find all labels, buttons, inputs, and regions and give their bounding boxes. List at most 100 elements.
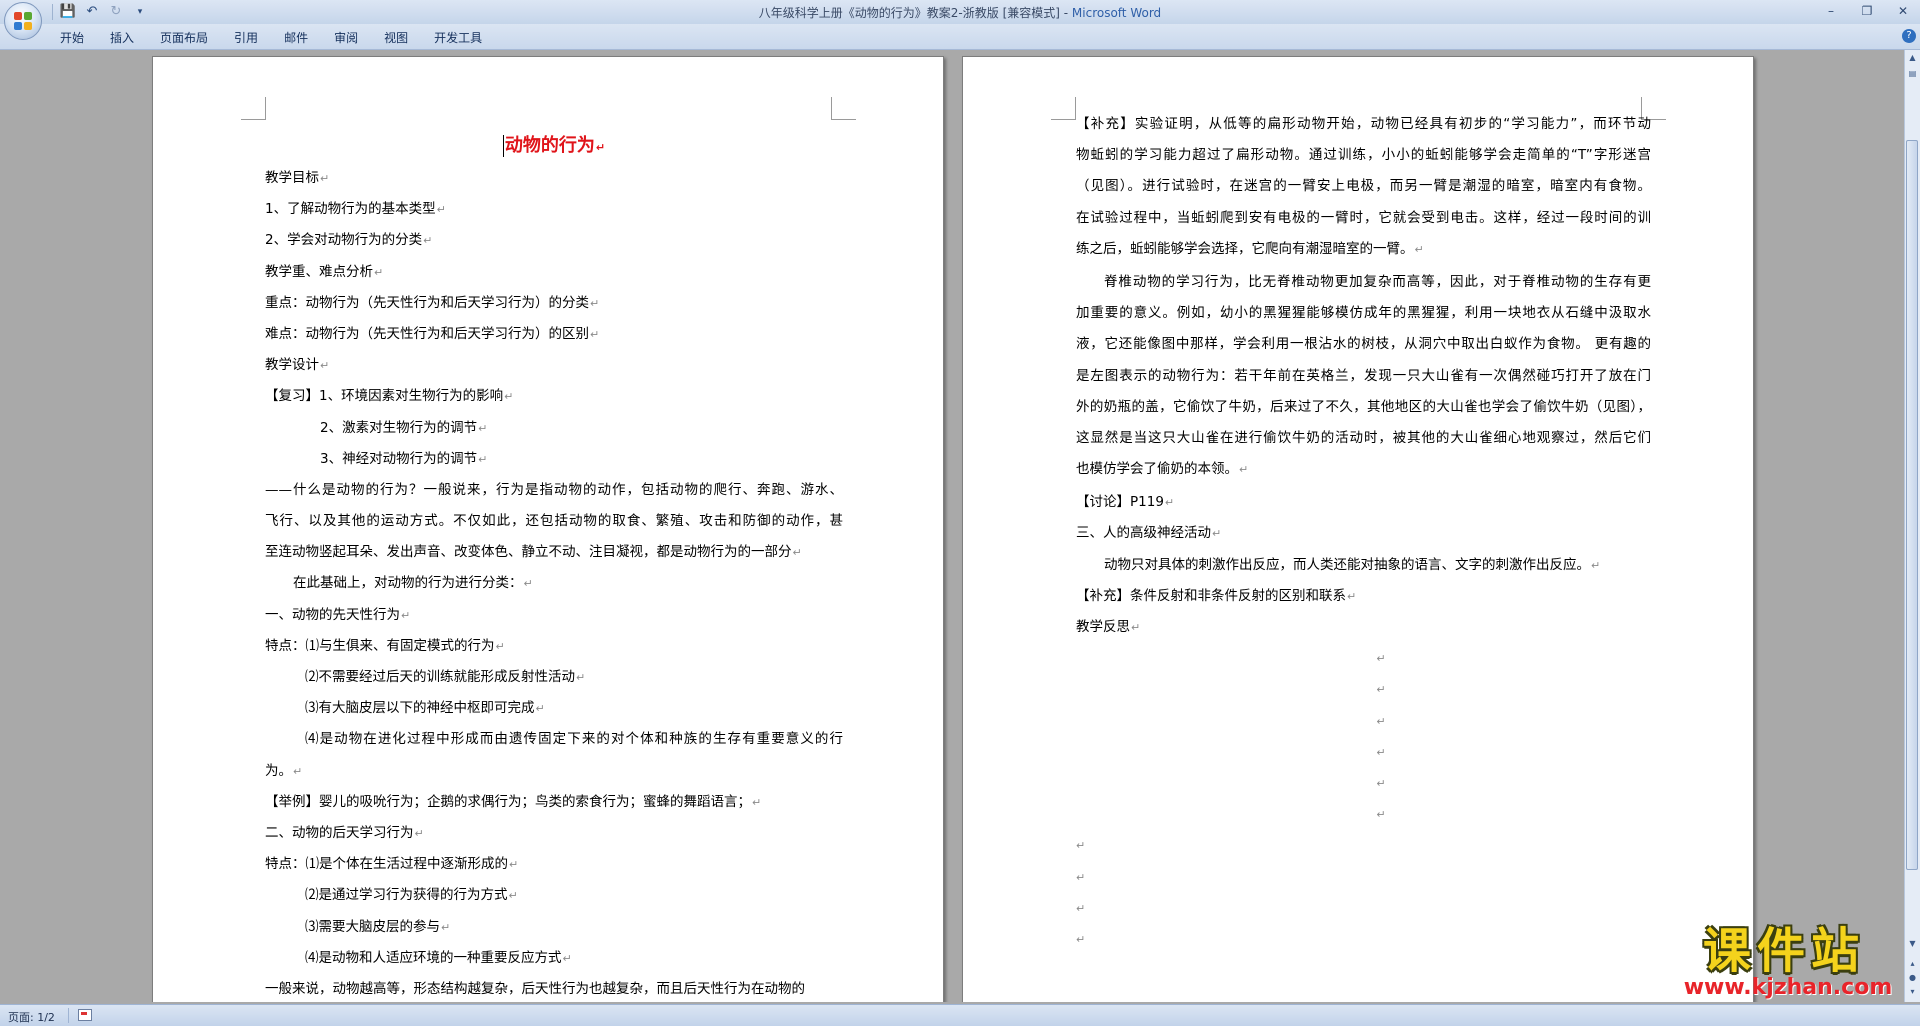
paragraph-mark: ↵ [414, 826, 424, 840]
page2-line-1: 物蚯蚓的学习能力超过了扁形动物。通过训练，小小的蚯蚓能够学会走简单的“T”字形迷… [1076, 140, 1651, 171]
page1-text-22: 特点：⑴是个体在生活过程中逐渐形成的 [265, 856, 508, 873]
page1-line-13: 在此基础上，对动物的行为进行分类：↵ [265, 568, 843, 599]
page1-line-16: ⑵不需要经过后天的训练就能形成反射性活动↵ [265, 662, 843, 693]
page2-text-1: 物蚯蚓的学习能力超过了扁形动物。通过训练，小小的蚯蚓能够学会走简单的“T”字形迷… [1076, 147, 1651, 164]
document-heading: 动物的行为↵ [265, 129, 843, 163]
page-indicator[interactable]: 页面: 1/2 [8, 1009, 55, 1025]
page1-line-9: 3、神经对动物行为的调节↵ [265, 444, 843, 475]
page1-text-12: 至连动物竖起耳朵、发出声音、改变体色、静立不动、注目凝视，都是动物行为的一部分 [265, 544, 792, 561]
ribbon-tab-2[interactable]: 页面布局 [160, 29, 224, 46]
paragraph-mark: ↵ [1131, 621, 1141, 634]
office-button[interactable] [4, 2, 42, 40]
page2-text-14: 动物只对具体的刺激作出反应，而人类还能对抽象的语言、文字的刺激作出反应。 [1104, 556, 1590, 573]
page2-text-11: 也模仿学会了偷奶的本领。 [1076, 461, 1238, 478]
window-controls: – ❐ ✕ [1818, 2, 1916, 20]
ribbon-tab-1[interactable]: 插入 [110, 29, 150, 46]
page1-line-7: 【复习】1、环境因素对生物行为的影响↵ [265, 381, 843, 412]
page2-text-6: 加重要的意义。例如，幼小的黑猩猩能够模仿成年的黑猩猩，利用一块地衣从石缝中汲取水 [1076, 305, 1651, 322]
page2-line-13: 三、人的高级神经活动↵ [1076, 518, 1651, 549]
paragraph-mark: ↵ [1239, 463, 1249, 477]
page2-line-12: 【讨论】P119↵ [1076, 487, 1651, 518]
paragraph-mark: ↵ [562, 951, 572, 965]
empty-paragraph: ↵ [1376, 745, 1386, 759]
empty-paragraph: ↵ [1376, 808, 1386, 822]
page1-text-14: 一、动物的先天性行为 [265, 606, 400, 623]
page1-text-21: 二、动物的后天学习行为 [265, 824, 414, 841]
ribbon-tabs: 开始 插入 页面布局 引用 邮件 审阅 视图 开发工具 [60, 29, 508, 46]
track-changes-icon[interactable] [78, 1009, 92, 1021]
page2-line-15: 【补充】条件反射和非条件反射的区别和联系↵ [1076, 581, 1651, 612]
page-1[interactable]: 动物的行为↵ 教学目标↵ 1、了解动物行为的基本类型↵ 2、学会对动物行为的分类↵ 教… [152, 56, 944, 1002]
page1-line-19: 为。↵ [265, 756, 843, 787]
page1-text-17: ⑶有大脑皮层以下的神经中枢即可完成 [305, 700, 535, 717]
crop-mark-top-left [1051, 97, 1076, 120]
paragraph-mark: ↵ [478, 452, 488, 466]
paragraph-mark: ↵ [320, 172, 330, 185]
status-separator [68, 1008, 69, 1023]
scroll-thumb[interactable] [1906, 140, 1918, 870]
status-bar: 页面: 1/2 [0, 1004, 1920, 1026]
page1-line-1: 1、了解动物行为的基本类型↵ [265, 194, 843, 225]
help-icon[interactable]: ? [1902, 29, 1916, 43]
document-workspace[interactable]: 动物的行为↵ 教学目标↵ 1、了解动物行为的基本类型↵ 2、学会对动物行为的分类↵ 教… [0, 50, 1905, 1002]
page1-line-3: 教学重、难点分析↵ [265, 257, 843, 288]
watermark: 课件站 www.kjzhan.com [1660, 924, 1908, 1000]
close-icon[interactable]: ✕ [1890, 2, 1916, 20]
paragraph-mark: ↵ [423, 234, 433, 248]
page1-text-25: ⑷是动物和人适应环境的一种重要反应方式 [305, 949, 562, 966]
paragraph-mark: ↵ [436, 203, 446, 217]
page2-text-13: 三、人的高级神经活动 [1076, 525, 1211, 542]
page1-line-24: ⑶需要大脑皮层的参与↵ [265, 912, 843, 943]
watermark-url: www.kjzhan.com [1683, 975, 1893, 1000]
ribbon-tab-7[interactable]: 开发工具 [434, 29, 498, 46]
paragraph-mark: ↵ [509, 858, 519, 872]
ruler-toggle-icon[interactable]: ▤ [1905, 66, 1920, 81]
page1-text-20: 【举例】婴儿的吸吮行为；企鹅的求偶行为；鸟类的索食行为；蜜蜂的舞蹈语言； [265, 793, 751, 810]
page1-text-26: 一般来说，动物越高等，形态结构越复杂，后天性行为也越复杂，而且后天性行为在动物的 [265, 980, 805, 997]
page2-line-8: 是左图表示的动物行为：若干年前在英格兰，发现一只大山雀有一次偶然碰巧打开了放在门 [1076, 361, 1651, 392]
page-1-content[interactable]: 动物的行为↵ 教学目标↵ 1、了解动物行为的基本类型↵ 2、学会对动物行为的分类↵ 教… [265, 129, 843, 1002]
paragraph-mark: ↵ [1164, 496, 1175, 510]
page2-text-7: 液，它还能像图中那样，学会利用一根沾水的树枝，从洞穴中取出白蚁作为食物。 更有趣… [1076, 336, 1651, 353]
page1-line-14: 一、动物的先天性行为↵ [265, 600, 843, 631]
vertical-scrollbar[interactable]: ▲ ▤ ▼ ▴ ● ▾ [1904, 50, 1920, 1002]
page2-text-2: （见图）。进行试验时，在迷宫的一臂安上电极，而另一臂是潮湿的暗室，暗室内有食物。 [1076, 178, 1651, 195]
ribbon-tab-bar: 开始 插入 页面布局 引用 邮件 审阅 视图 开发工具 ? [0, 24, 1920, 50]
page2-line-9: 外的奶瓶的盖，它偷饮了牛奶，后来过了不久，其他地区的大山雀也学会了偷饮牛奶（见图… [1076, 392, 1651, 423]
page2-line-10: 这显然是当这只大山雀在进行偷饮牛奶的活动时，被其他的大山雀细心地观察过，然后它们 [1076, 423, 1651, 454]
paragraph-mark: ↵ [590, 296, 600, 310]
paragraph-mark: ↵ [504, 390, 514, 404]
page1-line-22: 特点：⑴是个体在生活过程中逐渐形成的↵ [265, 849, 843, 880]
page2-line-2: （见图）。进行试验时，在迷宫的一臂安上电极，而另一臂是潮湿的暗室，暗室内有食物。 [1076, 171, 1651, 202]
page1-line-2: 2、学会对动物行为的分类↵ [265, 225, 843, 256]
page1-text-16: ⑵不需要经过后天的训练就能形成反射性活动 [305, 669, 575, 685]
ribbon-tab-6[interactable]: 视图 [384, 29, 424, 46]
page1-text-18: ⑷是动物在进化过程中形成而由遗传固定下来的对个体和种族的生存有重要意义的行 [305, 731, 843, 748]
page1-line-12: 至连动物竖起耳朵、发出声音、改变体色、静立不动、注目凝视，都是动物行为的一部分↵ [265, 537, 843, 568]
page1-line-10: ——什么是动物的行为？一般说来，行为是指动物的动作，包括动物的爬行、奔跑、游水、 [265, 475, 843, 506]
page2-line-3: 在试验过程中，当蚯蚓爬到安有电极的一臂时，它就会受到电击。这样，经过一段时间的训 [1076, 203, 1651, 234]
ribbon-tab-4[interactable]: 邮件 [284, 29, 324, 46]
restore-icon[interactable]: ❐ [1854, 2, 1880, 20]
empty-paragraph: ↵ [1376, 776, 1386, 790]
empty-paragraph: ↵ [1076, 901, 1086, 915]
office-logo-icon [14, 12, 32, 30]
empty-paragraph: ↵ [1076, 932, 1086, 946]
paragraph-mark: ↵ [752, 795, 762, 809]
minimize-icon[interactable]: – [1818, 2, 1844, 20]
page2-line-5: 脊椎动物的学习行为，比无脊椎动物更加复杂而高等，因此，对于脊椎动物的生存有更 [1076, 267, 1651, 298]
ribbon-tab-5[interactable]: 审阅 [334, 29, 374, 46]
page2-text-9: 外的奶瓶的盖，它偷饮了牛奶，后来过了不久，其他地区的大山雀也学会了偷饮牛奶（见图… [1076, 398, 1651, 415]
ribbon-tab-0[interactable]: 开始 [60, 29, 100, 46]
page-2-content[interactable]: 【补充】实验证明，从低等的扁形动物开始，动物已经具有初步的“学习能力”，而环节动… [1076, 109, 1651, 955]
scroll-up-icon[interactable]: ▲ [1905, 50, 1920, 65]
empty-paragraph: ↵ [1376, 683, 1386, 697]
paragraph-mark: ↵ [495, 639, 505, 653]
ribbon-tab-3[interactable]: 引用 [234, 29, 274, 46]
paragraph-mark: ↵ [576, 671, 586, 684]
paragraph-mark: ↵ [374, 265, 384, 279]
page2-text-15: 【补充】条件反射和非条件反射的区别和联系 [1076, 587, 1346, 604]
page1-line-25: ⑷是动物和人适应环境的一种重要反应方式↵ [265, 943, 843, 974]
page-2[interactable]: 【补充】实验证明，从低等的扁形动物开始，动物已经具有初步的“学习能力”，而环节动… [962, 56, 1754, 1002]
paragraph-mark: ↵ [595, 141, 606, 154]
